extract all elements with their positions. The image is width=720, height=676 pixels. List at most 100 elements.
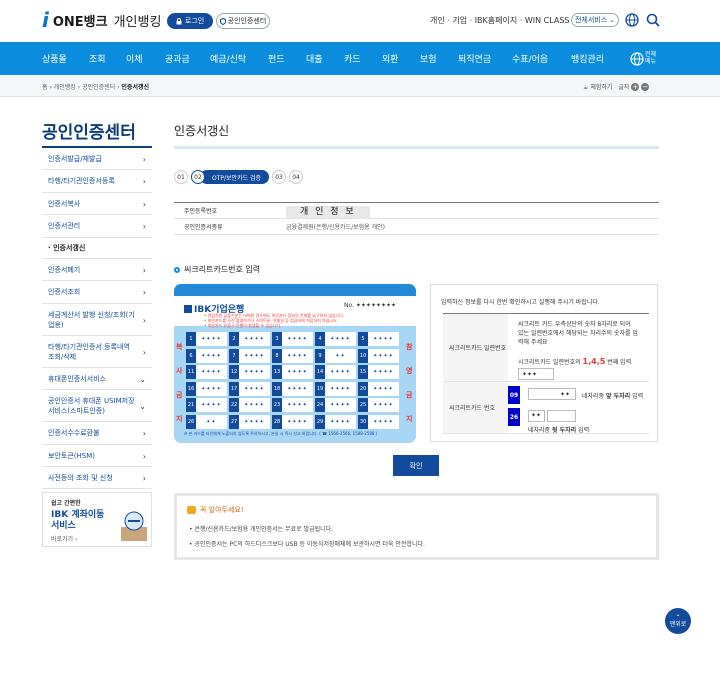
experience-link[interactable]: ☕ 체험하기 (583, 82, 612, 91)
cert-info-table: 주민등록번호 개 인 정 보 공인인증서종류 금융결제원(은행/신용카드/보험용… (174, 202, 659, 235)
top-header: i ONE뱅크 개인뱅킹 로그인 공인인증센터 개인 · 기업 · IBK홈페이… (0, 0, 720, 42)
card-cell-value: ✦✦✦✦ (196, 381, 227, 396)
sidebar-item-renew[interactable]: · 인증서갱신 (42, 238, 152, 259)
gnb-item-products[interactable]: 상품몰 (42, 52, 67, 65)
first-two-digits-input[interactable]: ✦✦ (528, 388, 576, 400)
top-links[interactable]: 개인 · 기업 · IBK홈페이지 · WIN CLASS (430, 15, 570, 26)
gnb-item-forex[interactable]: 외환 (382, 52, 399, 65)
card-cell-number: 21 (186, 398, 196, 412)
breadcrumb-cert-center[interactable]: 공인인증센터 (82, 84, 115, 91)
last-two-digits-input[interactable] (547, 410, 576, 422)
zoom-out-icon[interactable]: − (641, 83, 650, 91)
chevron-right-icon: › (142, 473, 146, 483)
gnb-item-transfer[interactable]: 이체 (126, 52, 143, 65)
gnb-item-utility[interactable]: 공과금 (165, 52, 190, 65)
sidebar-item-revoke[interactable]: 인증서폐기 › (42, 259, 152, 281)
sidebar-item-issue[interactable]: 인증서발급/재발급 › (42, 148, 152, 170)
card-cell: 3 ✦✦✦✦ (272, 332, 313, 346)
gnb-item-fund[interactable]: 펀드 (268, 52, 285, 65)
globe-icon[interactable] (625, 13, 639, 27)
card-cell-value: ✦✦✦✦ (196, 332, 227, 346)
chevron-right-icon: › (142, 451, 146, 461)
sidebar-item-consent[interactable]: 사전등의 조회 및 신청 › (42, 467, 152, 489)
all-services-select[interactable]: 전체서비스 ⌄ (571, 13, 619, 27)
sidebar-item-label: 보안토큰(HSM) (48, 451, 95, 460)
card-cell-value: ✦✦✦✦ (368, 381, 399, 396)
cert-type-label: 공인인증서종류 (184, 224, 223, 231)
card-cell-value: ✦✦✦✦ (239, 365, 270, 379)
search-icon[interactable] (646, 13, 660, 27)
chevron-right-icon: › (142, 154, 146, 164)
account-transfer-banner[interactable]: 쉽고 간편한 IBK 계좌이동 서비스 바로가기 › (42, 492, 152, 547)
card-cell-number: 28 (272, 414, 282, 429)
sidebar-item-manage[interactable]: 인증서관리 › (42, 215, 152, 238)
all-menu-label-2: 메뉴 (645, 58, 657, 65)
last-two-digits-group: ✦✦ (528, 410, 576, 422)
all-menu-button[interactable]: 전체 메뉴 (645, 51, 656, 65)
step-1: 01 (174, 170, 188, 184)
gnb-item-banking-mgmt[interactable]: 뱅킹관리 (571, 52, 604, 65)
card-cell-value: ✦✦✦✦ (368, 414, 399, 429)
banner-link[interactable]: 바로가기 › (51, 534, 77, 543)
step-2: 02 (191, 170, 205, 184)
notice-box: 꼭 알아두세요! • 은행/신용카드/보험용 개인인증서는 무료로 발급됩니다.… (174, 493, 659, 560)
card-cell: 26 ✦✦ (186, 414, 227, 429)
confirm-button[interactable]: 확인 (393, 455, 439, 476)
gnb-item-card[interactable]: 카드 (344, 52, 361, 65)
chevron-right-icon: › (142, 347, 146, 357)
login-button[interactable]: 로그인 (167, 13, 213, 29)
gnb-item-insurance[interactable]: 보험 (420, 52, 437, 65)
sidebar-item-label: 인증서수수료환불 (48, 429, 100, 437)
card-cell-number: 1 (186, 332, 196, 346)
card-cell: 18 ✦✦✦✦ (272, 381, 313, 396)
sidebar-item-hsm[interactable]: 보안토큰(HSM) › (42, 445, 152, 467)
gnb-item-deposit[interactable]: 예금/신탁 (210, 52, 246, 65)
help-bold: 뒷 두자리 (552, 427, 577, 434)
cert-center-button[interactable]: 공인인증센터 (216, 13, 270, 29)
notice-icon (187, 506, 196, 514)
sidebar-item-label: · 인증서갱신 (48, 244, 86, 252)
card-cell-number: 5 (358, 332, 368, 346)
sidebar-item-copy[interactable]: 인증서복사 › (42, 193, 152, 215)
card-warning-line: • 보안카드 유출시 은행이 발생할 수 있습니다. (204, 323, 282, 328)
scroll-top-button[interactable]: ⌃ 맨위로 (665, 608, 691, 634)
breadcrumb: 홈 › 개인뱅킹 › 공인인증센터 › 인증서갱신 ☕ 체험하기 글자 + − (0, 75, 720, 97)
sidebar-item-other-cert-list[interactable]: 타행/타기관인증서 등록내역 조회/삭제 › (42, 336, 152, 368)
card-cell-number: 20 (358, 381, 368, 396)
card-cell-number: 8 (272, 348, 282, 363)
sidebar-item-register[interactable]: 타행/타기관인증서등록 › (42, 170, 152, 193)
secret-card-form: 입력하신 정보를 다시 한번 확인하시고 실행해 주시기 바랍니다. 씨크리트카… (430, 284, 658, 442)
globe-menu-icon[interactable] (630, 52, 644, 66)
card-cell-value: ✦✦✦✦ (325, 414, 356, 429)
card-cell-number: 2 (229, 332, 239, 346)
card-cell-value: ✦✦✦✦ (196, 348, 227, 363)
ibk-logo-mark (184, 304, 192, 313)
gnb-item-loan[interactable]: 대출 (306, 52, 323, 65)
gnb-item-inquiry[interactable]: 조회 (89, 52, 106, 65)
sidebar-item-tax-invoice[interactable]: 세금계산서 발행 신청/조회(기업용) › (42, 304, 152, 336)
serial-hint-num: 1,4,5 (582, 357, 606, 366)
ibk-one-bank-logo[interactable]: i ONE뱅크 개인뱅킹 (42, 10, 161, 30)
sidebar-item-mobile-cert[interactable]: 휴대폰인증서서비스 ⌄ (42, 368, 152, 390)
gnb-item-check[interactable]: 수표/어음 (512, 52, 548, 65)
gnb-item-pension[interactable]: 퇴직연금 (458, 52, 491, 65)
card-cell-number: 22 (229, 398, 239, 412)
card-cell: 7 ✦✦✦✦ (229, 348, 270, 363)
sidebar-item-label: 사전등의 조회 및 신청 (48, 473, 113, 482)
breadcrumb-home[interactable]: 홈 (42, 84, 48, 91)
card-side-char: 사 (176, 367, 183, 375)
help-post: 입력 (576, 427, 590, 434)
breadcrumb-personal[interactable]: 개인뱅킹 (54, 84, 76, 91)
card-cell-value: ✦✦✦✦ (368, 348, 399, 363)
serial-input[interactable]: ✦✦✦ (518, 368, 554, 380)
table-row: 공인인증서종류 금융결제원(은행/신용카드/보험용 개인) (174, 219, 659, 235)
serial-hint-post: 번째 입력 (605, 359, 632, 366)
zoom-in-icon[interactable]: + (631, 83, 640, 91)
sidebar-item-usim[interactable]: 공인인증서 휴대폰 USIM저장 서비스(스마트인증) ⌄ (42, 390, 152, 422)
sidebar-item-label: 세금계산서 발행 신청/조회(기업용) (48, 310, 135, 329)
section-title: 씨크리트카드번호 입력 (174, 264, 260, 275)
step-3: 03 (272, 170, 287, 184)
sidebar-item-inquiry[interactable]: 인증서조회 › (42, 281, 152, 304)
serial-cell: 씨크리트 카드 우측상단의 숫자 8자리로 되어 있는 일련번호에서 해당되는 … (508, 314, 649, 381)
sidebar-item-refund[interactable]: 인증서수수료환불 › (42, 422, 152, 445)
